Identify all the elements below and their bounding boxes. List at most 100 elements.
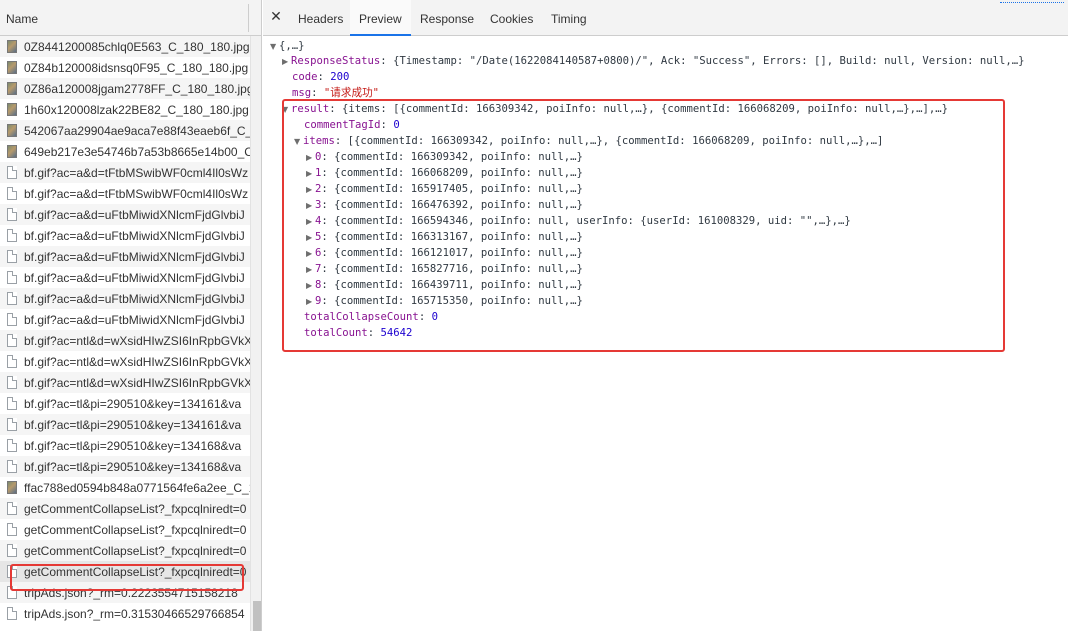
document-file-icon [7, 292, 17, 305]
document-file-icon [7, 334, 17, 347]
request-row[interactable]: bf.gif?ac=a&d=uFtbMiwidXNlcmFjdGlvbiJ [0, 267, 250, 288]
document-file-icon [7, 187, 17, 200]
request-name: 0Z86a120008jgam2778FF_C_180_180.jpg [24, 82, 250, 96]
request-name: bf.gif?ac=tl&pi=290510&key=134168&va [24, 460, 242, 474]
request-row[interactable]: 542067aa29904ae9aca7e88f43eaeb6f_C_1 [0, 120, 250, 141]
tab-cookies[interactable]: Cookies [481, 0, 542, 36]
request-name: bf.gif?ac=ntl&d=wXsidHIwZSI6InRpbGVkX [24, 334, 250, 348]
request-name: bf.gif?ac=ntl&d=wXsidHIwZSI6InRpbGVkX [24, 355, 250, 369]
request-name: getCommentCollapseList?_fxpcqlniredt=0 [24, 502, 247, 516]
document-file-icon [7, 607, 17, 620]
document-file-icon [7, 418, 17, 431]
request-rows: 0Z83I120008aeia0w145_C_180_180.jpg0Z8441… [0, 36, 250, 631]
image-file-icon [7, 481, 17, 494]
request-row[interactable]: getCommentCollapseList?_fxpcqlniredt=0 [0, 540, 250, 561]
request-name: bf.gif?ac=tl&pi=290510&key=134168&va [24, 439, 242, 453]
tab-timing[interactable]: Timing [542, 0, 596, 36]
request-row[interactable]: bf.gif?ac=tl&pi=290510&key=134161&va [0, 393, 250, 414]
image-file-icon [7, 103, 17, 116]
image-file-icon [7, 124, 17, 137]
request-name: 542067aa29904ae9aca7e88f43eaeb6f_C_1 [24, 124, 250, 138]
document-file-icon [7, 376, 17, 389]
document-file-icon [7, 313, 17, 326]
request-name: 0Z84b120008idsnsq0F95_C_180_180.jpg [24, 61, 249, 75]
request-row[interactable]: bf.gif?ac=ntl&d=wXsidHIwZSI6InRpbGVkX [0, 351, 250, 372]
image-file-icon [7, 40, 17, 53]
expanded-triangle-icon[interactable]: ▼ [270, 39, 279, 55]
request-row[interactable]: bf.gif?ac=tl&pi=290510&key=134168&va [0, 456, 250, 477]
request-row[interactable]: bf.gif?ac=tl&pi=290510&key=134168&va [0, 435, 250, 456]
request-row[interactable]: bf.gif?ac=a&d=tFtbMSwibWF0cml4Il0sWz [0, 162, 250, 183]
request-row[interactable]: 0Z86a120008jgam2778FF_C_180_180.jpg [0, 78, 250, 99]
request-row[interactable]: 649eb217e3e54746b7a53b8665e14b00_C [0, 141, 250, 162]
document-file-icon [7, 229, 17, 242]
request-name: bf.gif?ac=a&d=uFtbMiwidXNlcmFjdGlvbiJ [24, 208, 245, 222]
request-name: getCommentCollapseList?_fxpcqlniredt=0 [24, 544, 247, 558]
document-file-icon [7, 355, 17, 368]
request-name: bf.gif?ac=a&d=uFtbMiwidXNlcmFjdGlvbiJ [24, 229, 245, 243]
tab-headers[interactable]: Headers [289, 0, 352, 36]
request-name: 649eb217e3e54746b7a53b8665e14b00_C [24, 145, 250, 159]
request-name: bf.gif?ac=tl&pi=290510&key=134161&va [24, 418, 242, 432]
request-name: ffac788ed0594b848a0771564fe6a2ee_C_1 [24, 481, 250, 495]
request-row[interactable]: bf.gif?ac=a&d=uFtbMiwidXNlcmFjdGlvbiJ [0, 309, 250, 330]
request-name: bf.gif?ac=a&d=uFtbMiwidXNlcmFjdGlvbiJ [24, 313, 245, 327]
request-name: bf.gif?ac=a&d=tFtbMSwibWF0cml4Il0sWz [24, 166, 249, 180]
request-row[interactable]: bf.gif?ac=a&d=uFtbMiwidXNlcmFjdGlvbiJ [0, 288, 250, 309]
document-file-icon [7, 523, 17, 536]
request-row[interactable]: ffac788ed0594b848a0771564fe6a2ee_C_1 [0, 477, 250, 498]
request-row[interactable]: bf.gif?ac=a&d=uFtbMiwidXNlcmFjdGlvbiJ [0, 246, 250, 267]
document-file-icon [7, 271, 17, 284]
request-row[interactable]: 0Z84b120008idsnsq0F95_C_180_180.jpg [0, 57, 250, 78]
request-name: bf.gif?ac=ntl&d=wXsidHIwZSI6InRpbGVkX [24, 376, 250, 390]
tab-preview[interactable]: Preview [350, 0, 411, 36]
request-name: bf.gif?ac=a&d=uFtbMiwidXNlcmFjdGlvbiJ [24, 292, 245, 306]
image-file-icon [7, 82, 17, 95]
request-row[interactable]: 1h60x120008lzak22BE82_C_180_180.jpg [0, 99, 250, 120]
request-row[interactable]: getCommentCollapseList?_fxpcqlniredt=0 [0, 498, 250, 519]
scrollbar-thumb[interactable] [253, 601, 261, 631]
toolbar-edge-mark [1000, 0, 1064, 3]
json-response-status[interactable]: ▶ ResponseStatus: {Timestamp: "/Date(1622… [282, 53, 1024, 69]
tab-response[interactable]: Response [411, 0, 483, 36]
request-row[interactable]: bf.gif?ac=a&d=uFtbMiwidXNlcmFjdGlvbiJ [0, 204, 250, 225]
request-rows-viewport: 0Z83I120008aeia0w145_C_180_180.jpg0Z8441… [0, 36, 250, 624]
request-row[interactable]: tripAds.json?_rm=0.31530466529766854 [0, 603, 250, 624]
selected-request-highlight [10, 564, 244, 591]
document-file-icon [7, 460, 17, 473]
request-list-scrollbar[interactable] [250, 36, 261, 631]
request-name: 1h60x120008lzak22BE82_C_180_180.jpg [24, 103, 249, 117]
document-file-icon [7, 250, 17, 263]
document-file-icon [7, 166, 17, 179]
request-name: bf.gif?ac=a&d=tFtbMSwibWF0cml4Il0sWz [24, 187, 249, 201]
image-file-icon [7, 61, 17, 74]
request-row[interactable]: bf.gif?ac=tl&pi=290510&key=134161&va [0, 414, 250, 435]
request-row[interactable]: bf.gif?ac=ntl&d=wXsidHIwZSI6InRpbGVkX [0, 330, 250, 351]
request-name: bf.gif?ac=tl&pi=290510&key=134161&va [24, 397, 242, 411]
name-column-header[interactable]: Name [0, 0, 261, 36]
document-file-icon [7, 208, 17, 221]
document-file-icon [7, 397, 17, 410]
close-icon[interactable]: ✕ [269, 10, 283, 24]
name-column-label: Name [6, 12, 39, 26]
json-code: code: 200 [292, 71, 350, 83]
request-row[interactable]: bf.gif?ac=a&d=uFtbMiwidXNlcmFjdGlvbiJ [0, 225, 250, 246]
document-file-icon [7, 439, 17, 452]
request-name: bf.gif?ac=a&d=uFtbMiwidXNlcmFjdGlvbiJ [24, 250, 245, 264]
document-file-icon [7, 502, 17, 515]
request-name: tripAds.json?_rm=0.31530466529766854 [24, 607, 245, 621]
collapsed-triangle-icon[interactable]: ▶ [282, 54, 291, 70]
document-file-icon [7, 544, 17, 557]
request-row[interactable]: bf.gif?ac=a&d=tFtbMSwibWF0cml4Il0sWz [0, 183, 250, 204]
request-name: bf.gif?ac=a&d=uFtbMiwidXNlcmFjdGlvbiJ [24, 271, 245, 285]
detail-tab-bar: ✕ Headers Preview Response Cookies Timin… [263, 0, 1068, 36]
request-row[interactable]: bf.gif?ac=ntl&d=wXsidHIwZSI6InRpbGVkX [0, 372, 250, 393]
request-row[interactable]: getCommentCollapseList?_fxpcqlniredt=0 [0, 519, 250, 540]
json-root[interactable]: ▼ {,…} [270, 38, 305, 54]
column-divider[interactable] [248, 4, 249, 32]
request-name: getCommentCollapseList?_fxpcqlniredt=0 [24, 523, 247, 537]
image-file-icon [7, 145, 17, 158]
request-row[interactable]: 0Z8441200085chlq0E563_C_180_180.jpg [0, 36, 250, 57]
result-highlight [282, 99, 1005, 352]
network-request-list: Name 0Z83I120008aeia0w145_C_180_180.jpg0… [0, 0, 262, 631]
